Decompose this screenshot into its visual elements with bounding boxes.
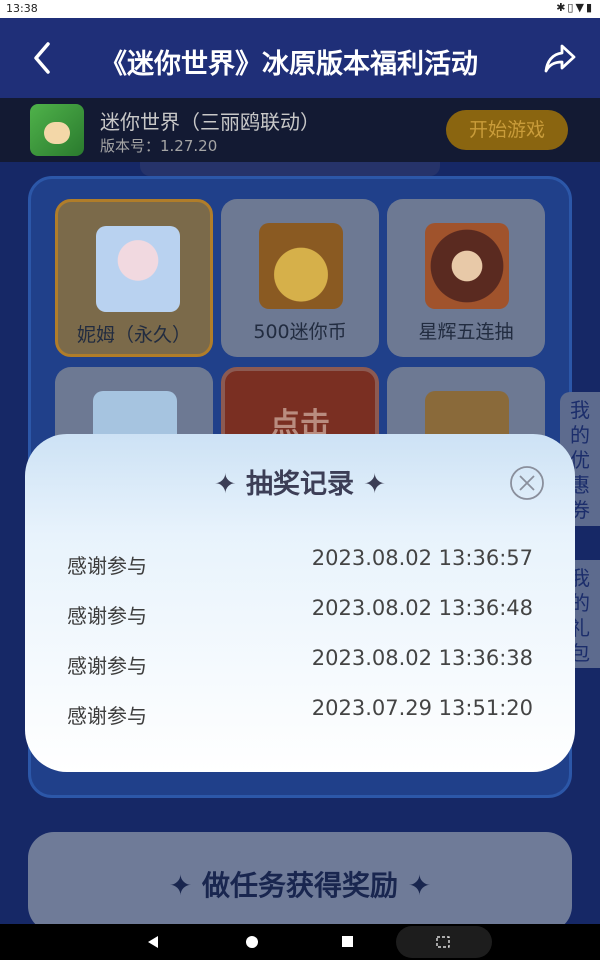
app-header: 《迷你世界》冰原版本福利活动 (0, 18, 600, 98)
record-time: 2023.08.02 13:36:57 (311, 546, 533, 570)
record-label: 感谢参与 (67, 704, 147, 728)
system-nav-bar (0, 924, 600, 960)
prize-cell-nim[interactable]: 妮姆（永久） (55, 199, 213, 357)
close-icon[interactable] (509, 465, 545, 501)
start-game-button[interactable]: 开始游戏 (446, 110, 568, 150)
draw-record-modal: ✦ 抽奖记录 ✦ 感谢参与 2023.08.02 13:36:57 感谢参与 2… (25, 434, 575, 772)
screenshot-pill[interactable] (396, 926, 492, 958)
page-title: 《迷你世界》冰原版本福利活动 (100, 49, 478, 80)
character-icon (96, 226, 180, 312)
record-label: 感谢参与 (67, 554, 147, 578)
status-icons: ✱▯▼▮ (556, 1, 594, 14)
record-row: 感谢参与 2023.08.02 13:36:48 (67, 596, 533, 628)
prize-cell-coins[interactable]: 500迷你币 (221, 199, 379, 357)
status-bar: 13:38 ✱▯▼▮ (0, 0, 600, 18)
game-version: 版本号：1.27.20 (100, 137, 218, 155)
announcement-marquee (140, 162, 440, 176)
scan-icon (436, 936, 450, 948)
nav-back-icon[interactable] (148, 936, 158, 948)
status-time: 13:38 (6, 2, 38, 15)
record-label: 感谢参与 (67, 604, 147, 628)
nav-recents-icon[interactable] (342, 936, 353, 947)
wifi-icon: ▼ (575, 1, 586, 14)
record-label: 感谢参与 (67, 654, 147, 678)
chevron-left-icon[interactable] (28, 38, 58, 78)
nav-home-icon[interactable] (246, 936, 258, 948)
game-info-bar: 迷你世界（三丽鸥联动） 版本号：1.27.20 开始游戏 (0, 98, 600, 162)
record-row: 感谢参与 2023.08.02 13:36:57 (67, 546, 533, 578)
record-row: 感谢参与 2023.08.02 13:36:38 (67, 646, 533, 678)
prize-label: 星辉五连抽 (418, 321, 514, 343)
record-time: 2023.07.29 13:51:20 (311, 696, 533, 720)
record-row: 感谢参与 2023.07.29 13:51:20 (67, 696, 533, 728)
bluetooth-icon: ✱ (556, 1, 568, 14)
modal-title: ✦ 抽奖记录 ✦ (213, 469, 387, 500)
task-section-title: ✦ 做任务获得奖励 ✦ (168, 869, 432, 902)
treasure-chest-icon (259, 223, 343, 309)
record-time: 2023.08.02 13:36:38 (311, 646, 533, 670)
prize-label: 妮姆（永久） (76, 324, 191, 346)
record-time: 2023.08.02 13:36:48 (311, 596, 533, 620)
prize-cell-star-draw[interactable]: 星辉五连抽 (387, 199, 545, 357)
share-icon[interactable] (542, 40, 578, 76)
game-name: 迷你世界（三丽鸥联动） (100, 110, 320, 134)
battery-icon: ▮ (585, 1, 594, 14)
game-logo (30, 104, 84, 156)
task-section: ✦ 做任务获得奖励 ✦ (28, 832, 572, 932)
character-icon (425, 223, 509, 309)
prize-label: 500迷你币 (253, 321, 347, 343)
